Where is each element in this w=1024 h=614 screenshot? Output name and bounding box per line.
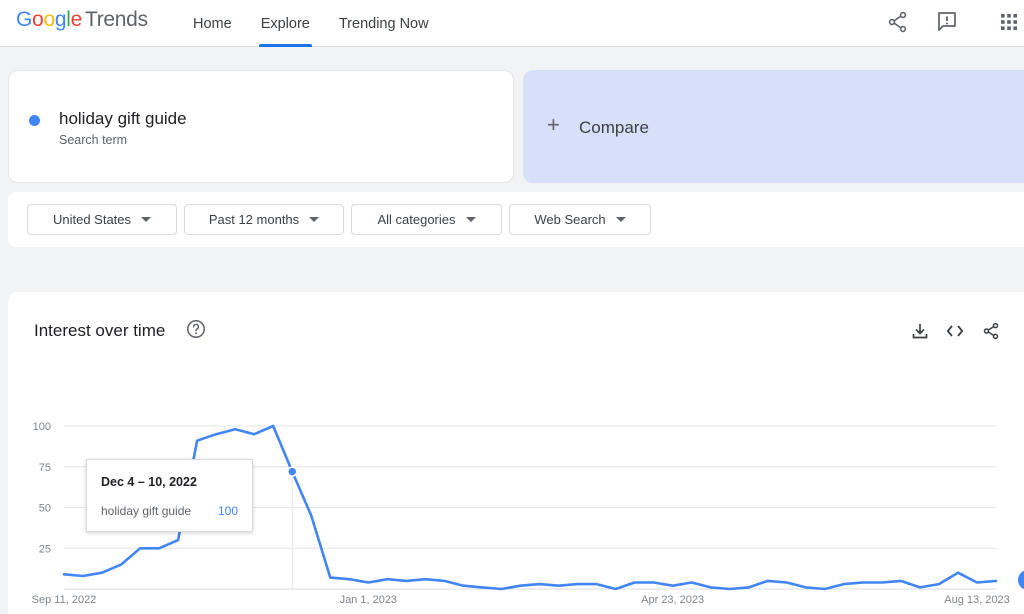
nav-home[interactable]: Home [193,0,232,47]
x-tick-label: Sep 11, 2022 [32,594,97,606]
filter-time-range[interactable]: Past 12 months [184,204,344,235]
filter-category[interactable]: All categories [351,204,502,235]
share-icon[interactable] [886,10,910,34]
google-trends-logo[interactable]: Go o g l e Trends [16,8,148,32]
caret-down-icon [615,217,626,222]
search-term-sublabel: Search term [59,133,128,147]
x-tick-label: Aug 13, 2023 [944,594,1009,606]
interest-over-time-card: Interest over time 25 50 75 100 Sep 11, 2022… [8,292,1024,614]
filter-category-label: All categories [377,212,456,227]
filter-region[interactable]: United States [27,204,177,235]
apps-icon[interactable] [997,10,1021,34]
top-bar: Go o g l e Trends Home Explore Trending Now [0,0,1024,47]
y-tick-label: 50 [39,503,51,515]
logo-letter: e [70,8,83,31]
nav-explore[interactable]: Explore [258,0,313,47]
logo-letter: g [54,8,67,31]
x-tick-label: Jan 1, 2023 [340,594,398,606]
search-term-card[interactable]: holiday gift guide Search term [8,70,514,183]
filter-time-range-label: Past 12 months [208,212,300,227]
filter-bar: United States Past 12 months All categor… [8,192,1024,247]
logo-letter: o [32,8,44,31]
compare-button[interactable]: + Compare [523,70,1024,183]
chart-tooltip: Dec 4 – 10, 2022 holiday gift guide 100 [86,459,253,532]
y-tick-label: 100 [33,421,51,433]
search-term-text[interactable]: holiday gift guide [59,109,187,129]
tooltip-value: 100 [217,504,238,518]
compare-label: Compare [579,118,649,137]
caret-down-icon [141,217,152,222]
highlight-point [286,466,298,477]
filter-search-type-label: Web Search [534,212,606,227]
logo-trends-text: Trends [84,8,148,31]
logo-letter: o [43,8,55,31]
main-nav: Home Explore Trending Now [193,0,458,47]
plus-icon: + [547,112,560,137]
series-color-dot [29,115,40,126]
nav-trending-now[interactable]: Trending Now [339,0,429,47]
y-tick-label: 75 [39,462,51,474]
x-tick-label: Apr 23, 2023 [641,594,704,606]
tooltip-date: Dec 4 – 10, 2022 [101,475,197,489]
caret-down-icon [465,217,476,222]
interest-line-chart[interactable]: 25 50 75 100 Sep 11, 2022 Jan 1, 2023 Apr 23, … [8,292,1024,614]
logo-letter: G [16,8,33,31]
caret-down-icon [309,217,320,222]
tooltip-series-name: holiday gift guide [101,504,192,518]
filter-search-type[interactable]: Web Search [509,204,651,235]
filter-region-label: United States [52,212,132,227]
feedback-icon[interactable] [935,10,959,34]
y-tick-label: 25 [39,543,51,555]
